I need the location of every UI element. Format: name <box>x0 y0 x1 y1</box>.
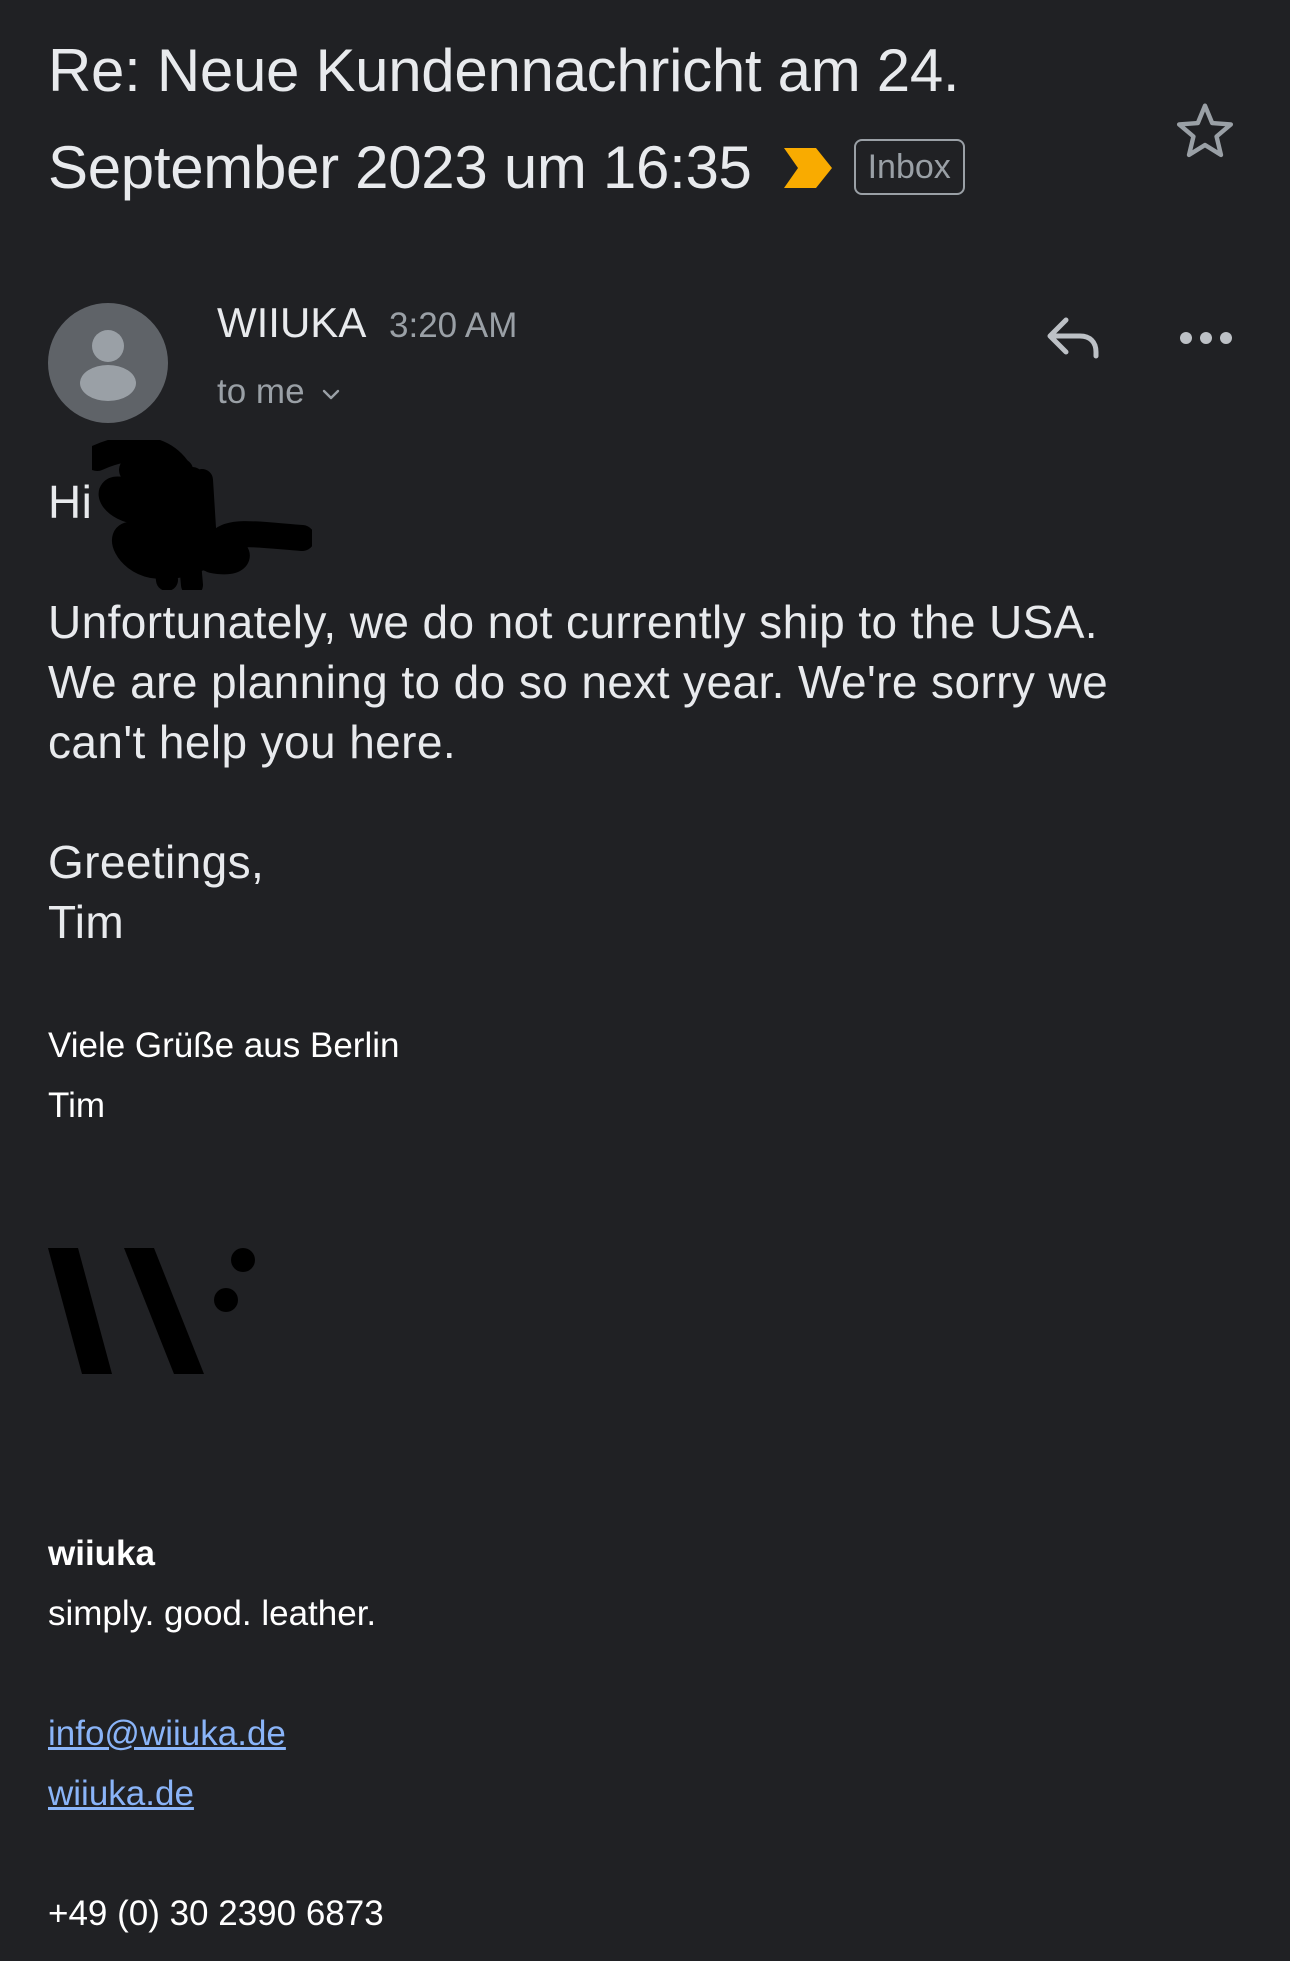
sender-avatar[interactable] <box>48 303 168 423</box>
closing-text: Greetings, <box>48 836 265 888</box>
recipient-label: to me <box>217 372 305 411</box>
website-link[interactable]: wiiuka.de <box>48 1774 194 1813</box>
importance-marker-icon[interactable] <box>782 146 834 190</box>
sent-time: 3:20 AM <box>389 306 518 345</box>
contact-phone[interactable]: +49 (0) 30 2390 6873 <box>48 1884 384 1944</box>
redaction-scribble <box>92 440 312 590</box>
greeting-text: Hi <box>48 476 93 528</box>
star-icon[interactable] <box>1172 98 1238 164</box>
reply-icon[interactable] <box>1042 310 1104 366</box>
sender-signoff-name: Tim <box>48 896 125 948</box>
signature-name: Tim <box>48 1086 106 1125</box>
company-name: wiiuka <box>48 1534 155 1573</box>
website-row: wiiuka.de <box>48 1764 194 1824</box>
contact-email-link[interactable]: info@wiiuka.de <box>48 1714 286 1753</box>
inbox-label-chip[interactable]: Inbox <box>853 139 965 196</box>
contact-email-row: info@wiiuka.de <box>48 1704 286 1764</box>
recipient-details-toggle[interactable]: to me <box>217 370 343 414</box>
email-subject: Re: Neue Kundennachricht am 24. Septembe… <box>48 22 1128 216</box>
company-tagline: simply. good. leather. <box>48 1594 377 1633</box>
person-icon <box>80 330 136 401</box>
signature-greeting: Viele Grüße aus Berlin <box>48 1026 400 1065</box>
message-paragraph: Unfortunately, we do not currently ship … <box>48 596 1109 768</box>
sender-name[interactable]: WIIUKA <box>217 298 366 348</box>
wiiuka-logo <box>48 1248 255 1374</box>
more-horizontal-icon[interactable] <box>1178 318 1234 358</box>
chevron-down-icon <box>322 389 339 400</box>
